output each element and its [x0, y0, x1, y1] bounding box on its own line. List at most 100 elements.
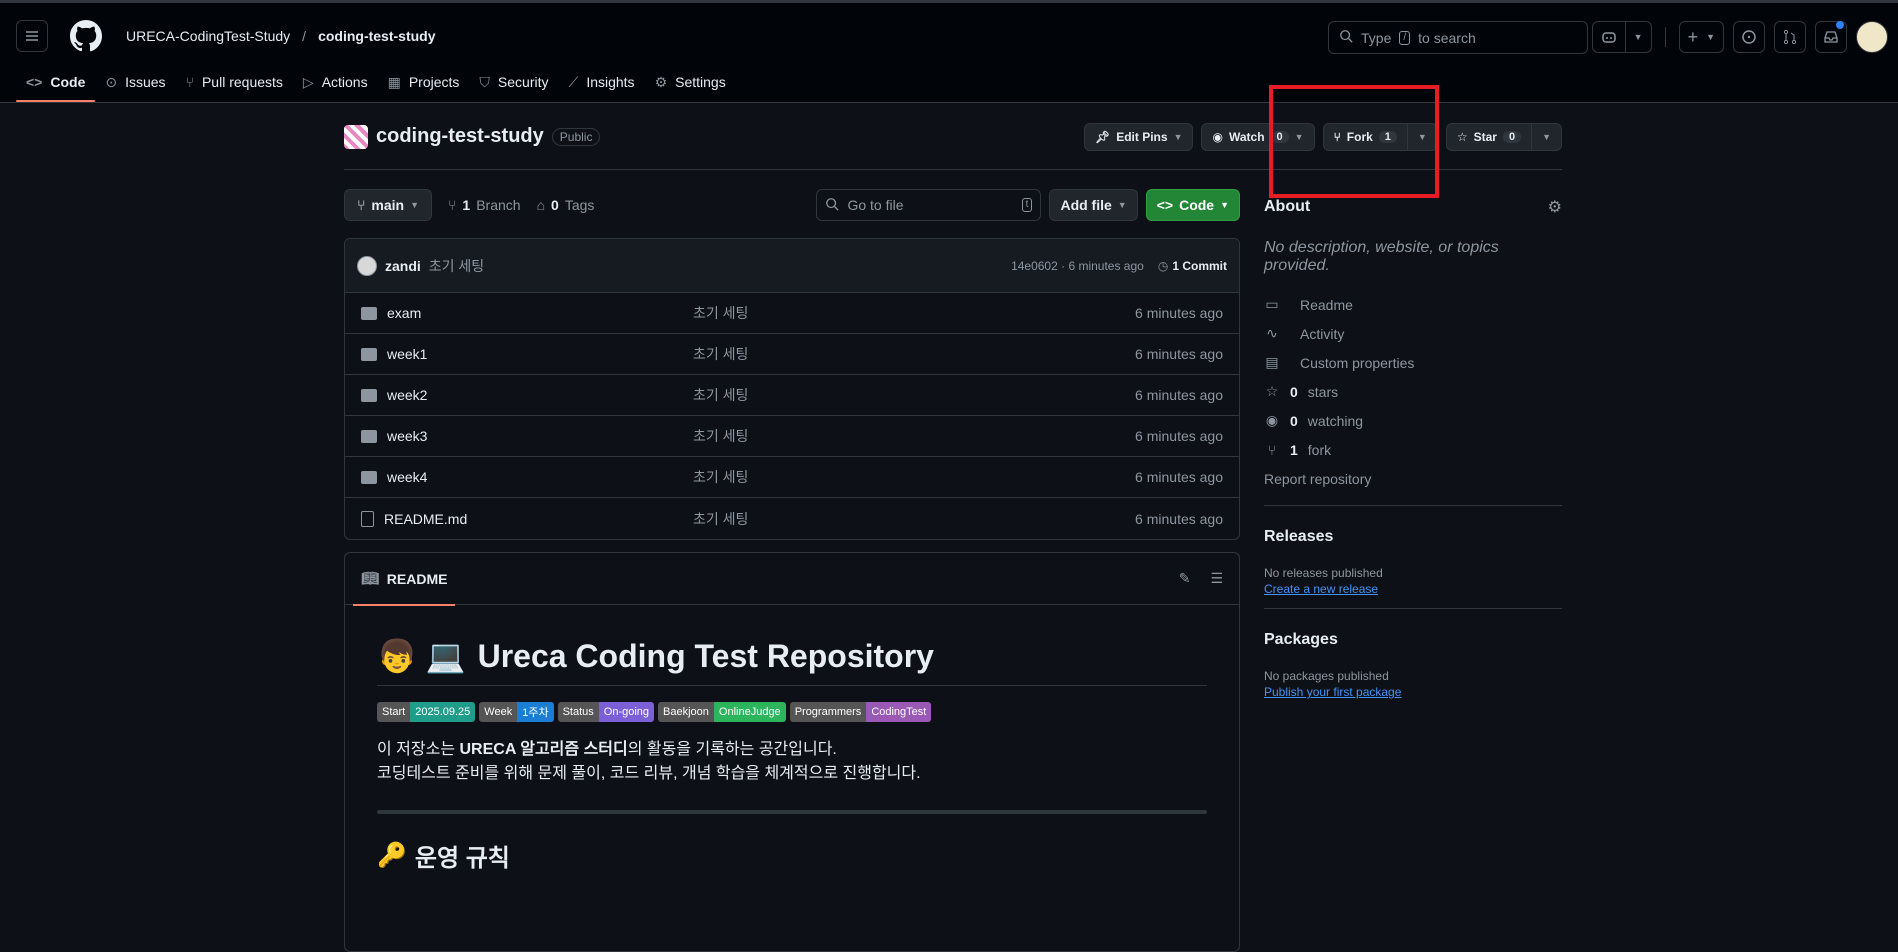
- branches-link[interactable]: ⑂ 1 Branch: [448, 197, 521, 213]
- star-button[interactable]: ☆ Star 0: [1445, 122, 1533, 151]
- repo-name[interactable]: coding-test-study: [376, 125, 544, 148]
- commit-history-link[interactable]: ◷ 1 Commit: [1158, 259, 1227, 273]
- pencil-icon[interactable]: ✎: [1179, 570, 1191, 587]
- publish-package-link[interactable]: Publish your first package: [1264, 685, 1562, 699]
- file-row[interactable]: exam 초기 세팅 6 minutes ago: [345, 293, 1239, 334]
- watch-label: Watch: [1228, 129, 1265, 144]
- edit-pins-button[interactable]: 📌︎ Edit Pins ▼: [1083, 122, 1194, 151]
- file-commit-message[interactable]: 초기 세팅: [693, 467, 1135, 487]
- chevron-down-icon[interactable]: ▼: [1624, 22, 1651, 52]
- pull-requests-icon[interactable]: [1774, 21, 1806, 53]
- section-title-text: 운영 규칙: [414, 845, 510, 872]
- file-row[interactable]: README.md 초기 세팅 6 minutes ago: [345, 498, 1239, 539]
- file-commit-message[interactable]: 초기 세팅: [693, 303, 1135, 323]
- commit-author[interactable]: zandi: [385, 258, 421, 274]
- branch-selector[interactable]: ⑂ main ▼: [344, 189, 433, 221]
- badge-programmers[interactable]: Programmers CodingTest: [789, 702, 932, 722]
- tab-insights[interactable]: ⟋ Insights: [559, 62, 645, 102]
- tab-issues[interactable]: ⊙ Issues: [95, 62, 175, 102]
- add-file-button[interactable]: Add file ▼: [1049, 189, 1138, 221]
- repo-link[interactable]: coding-test-study: [318, 28, 435, 44]
- badge-week[interactable]: Week 1주차: [479, 702, 554, 722]
- file-commit-message[interactable]: 초기 세팅: [693, 426, 1135, 446]
- file-commit-message[interactable]: 초기 세팅: [693, 385, 1135, 405]
- about-item-label: fork: [1307, 441, 1332, 458]
- star-button-group: ☆ Star 0 ▼: [1445, 122, 1562, 151]
- file-row[interactable]: week3 초기 세팅 6 minutes ago: [345, 416, 1239, 457]
- badge-start[interactable]: Start 2025.09.25: [377, 702, 476, 722]
- tab-pull-requests[interactable]: ⑂ Pull requests: [176, 62, 293, 102]
- file-commit-message[interactable]: 초기 세팅: [693, 344, 1135, 364]
- go-to-file-input[interactable]: Go to file t: [816, 189, 1042, 221]
- about-item-custom-properties[interactable]: ▤ Custom properties: [1264, 348, 1562, 377]
- report-repository-link[interactable]: Report repository: [1264, 464, 1562, 493]
- file-name[interactable]: week3: [387, 428, 427, 444]
- tab-label: Insights: [586, 74, 635, 90]
- star-icon: ☆: [1265, 383, 1279, 399]
- search-input[interactable]: Type / to search: [1328, 21, 1588, 54]
- file-name[interactable]: week1: [387, 346, 427, 362]
- file-row[interactable]: week4 초기 세팅 6 minutes ago: [345, 457, 1239, 498]
- copilot-icon[interactable]: [1593, 22, 1625, 52]
- tab-settings[interactable]: ⚙ Settings: [645, 62, 736, 102]
- author-avatar[interactable]: [357, 255, 377, 276]
- search-shortcut-key: /: [1399, 30, 1411, 45]
- about-item-forks[interactable]: ⑂ 1 fork: [1264, 435, 1562, 464]
- commit-sha-time[interactable]: 14e0602 · 6 minutes ago: [1011, 259, 1144, 273]
- file-name[interactable]: README.md: [384, 511, 467, 527]
- file-row[interactable]: week2 초기 세팅 6 minutes ago: [345, 375, 1239, 416]
- packages-empty: No packages published: [1264, 669, 1389, 683]
- plus-icon[interactable]: +: [1680, 22, 1707, 52]
- header-divider: [1664, 27, 1666, 47]
- list-icon[interactable]: ☰: [1210, 570, 1223, 587]
- play-icon: ▷: [302, 73, 314, 90]
- github-logo-icon[interactable]: [70, 20, 103, 52]
- about-item-readme[interactable]: ▭ Readme: [1264, 290, 1562, 319]
- gear-icon[interactable]: ⚙: [1548, 197, 1562, 217]
- file-list: zandi 초기 세팅 14e0602 · 6 minutes ago ◷ 1 …: [344, 238, 1240, 540]
- tab-actions[interactable]: ▷ Actions: [293, 62, 378, 102]
- readme-tab[interactable]: 📖︎ README: [353, 553, 456, 606]
- tab-label: Settings: [675, 74, 726, 90]
- create-new-button[interactable]: + ▼: [1678, 21, 1724, 53]
- tab-security[interactable]: ⛉ Security: [469, 62, 558, 102]
- about-item-watching[interactable]: ◉ 0 watching: [1264, 406, 1562, 435]
- repo-avatar: [344, 124, 368, 149]
- file-name[interactable]: week4: [387, 469, 427, 485]
- folder-icon: [361, 347, 377, 361]
- releases-title[interactable]: Releases: [1264, 528, 1562, 546]
- releases-empty: No releases published: [1264, 566, 1383, 580]
- user-avatar[interactable]: [1856, 21, 1888, 53]
- badge-value: CodingTest: [866, 702, 932, 722]
- file-name[interactable]: exam: [387, 305, 421, 321]
- issues-icon[interactable]: [1733, 21, 1765, 53]
- badge-status[interactable]: Status On-going: [557, 702, 655, 722]
- tags-link[interactable]: ⌂ 0 Tags: [537, 197, 595, 213]
- tab-code[interactable]: <> Code: [16, 62, 96, 102]
- about-description: No description, website, or topics provi…: [1264, 239, 1499, 274]
- file-row[interactable]: week1 초기 세팅 6 minutes ago: [345, 334, 1239, 375]
- packages-title[interactable]: Packages: [1264, 631, 1562, 649]
- menu-icon[interactable]: [16, 20, 48, 52]
- key-emoji: 🔑: [377, 842, 407, 869]
- about-title: About: [1264, 198, 1311, 215]
- chevron-down-icon[interactable]: ▼: [1706, 22, 1723, 52]
- notification-dot: [1836, 21, 1844, 29]
- file-commit-message[interactable]: 초기 세팅: [693, 509, 1135, 529]
- copilot-button[interactable]: ▼: [1591, 21, 1652, 53]
- file-name[interactable]: week2: [387, 387, 427, 403]
- badge-baekjoon[interactable]: Baekjoon OnlineJudge: [658, 702, 786, 722]
- about-item-activity[interactable]: ∿ Activity: [1264, 319, 1562, 348]
- create-release-link[interactable]: Create a new release: [1264, 582, 1562, 596]
- about-item-stars[interactable]: ☆ 0 stars: [1264, 377, 1562, 406]
- commit-message[interactable]: 초기 세팅: [429, 256, 484, 276]
- about-header: About ⚙: [1264, 197, 1562, 217]
- code-button[interactable]: <> Code ▼: [1145, 189, 1240, 221]
- tab-projects[interactable]: ▦ Projects: [378, 62, 470, 102]
- owner-link[interactable]: URECA-CodingTest-Study: [126, 28, 290, 44]
- star-dropdown-button[interactable]: ▼: [1532, 122, 1562, 151]
- branch-icon: ⑂: [448, 197, 457, 213]
- readme-header: 📖︎ README ✎ ☰: [345, 553, 1239, 606]
- note-icon: ▤: [1265, 354, 1279, 370]
- gear-icon: ⚙: [654, 73, 668, 90]
